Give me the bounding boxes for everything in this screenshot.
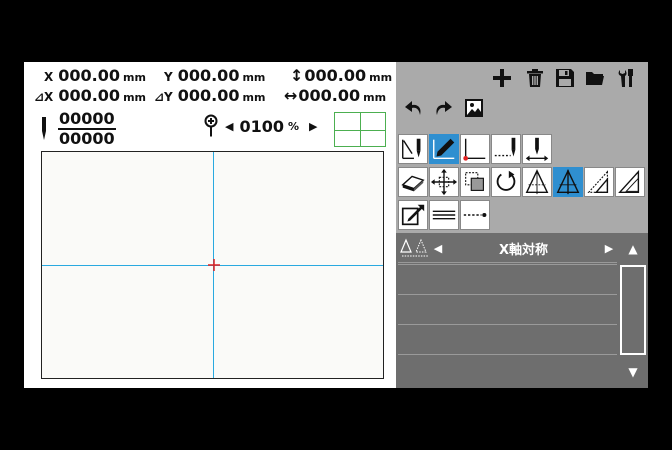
zoom-control: ◀ 0100 % ▶ xyxy=(203,114,318,138)
counter-denominator: 00000 xyxy=(59,129,115,148)
zoom-decrease-button[interactable]: ◀ xyxy=(225,120,233,133)
triangle-icon xyxy=(618,169,640,193)
coord-dx: ⊿X 000.00 mm xyxy=(34,86,146,105)
work-area: X 000.00 mm Y 000.00 mm ↕000.00 mm ⊿X 000.00 mm… xyxy=(24,62,396,388)
mirror-x-icon xyxy=(400,237,428,256)
zoom-value: 0100 xyxy=(239,116,284,136)
trash-icon[interactable] xyxy=(525,68,545,88)
zoom-increase-button[interactable]: ▶ xyxy=(309,120,317,133)
coord-y: Y 000.00 mm xyxy=(164,66,266,85)
pen-edit-button[interactable] xyxy=(429,134,459,164)
dashed-end-icon xyxy=(463,212,487,218)
screen: X 000.00 mm Y 000.00 mm ↕000.00 mm ⊿X 000.00 mm… xyxy=(24,62,648,388)
needle-line-icon xyxy=(402,138,421,160)
zoom-icon xyxy=(204,114,218,137)
counter-numerator: 00000 xyxy=(58,109,116,130)
folder-icon[interactable] xyxy=(585,68,605,88)
pen-edit-icon xyxy=(433,138,455,160)
mirror-y-icon xyxy=(525,169,549,195)
dashed-end-button[interactable] xyxy=(460,200,490,230)
list-prev-button[interactable]: ◀ xyxy=(430,242,446,255)
corner-point-icon xyxy=(463,138,486,161)
undo-icon[interactable] xyxy=(404,99,424,119)
coord-height: ↕000.00 mm xyxy=(290,66,393,85)
coord-width: ↔000.00 mm xyxy=(284,86,387,105)
corner-point-button[interactable] xyxy=(460,134,490,164)
drawing-canvas[interactable] xyxy=(41,151,384,379)
redo-icon[interactable] xyxy=(433,99,453,119)
vertical-arrow-icon: ↕ xyxy=(290,66,304,85)
horizontal-arrow-icon: ↔ xyxy=(284,86,298,105)
tools-icon[interactable] xyxy=(617,68,637,88)
copy-button[interactable] xyxy=(460,167,490,197)
needle-icon xyxy=(42,117,46,140)
scroll-thumb[interactable] xyxy=(620,265,646,355)
mirror-list: ◀ X軸対称 ▶ ▲ ▼ xyxy=(396,233,648,388)
scroll-up-button[interactable]: ▲ xyxy=(618,235,648,263)
edit-box-button[interactable] xyxy=(398,200,428,230)
list-item[interactable] xyxy=(398,354,617,383)
scale-triangle-button[interactable] xyxy=(584,167,614,197)
move-arrows-button[interactable] xyxy=(429,167,459,197)
mirror-x-button[interactable] xyxy=(553,167,583,197)
rotate-icon xyxy=(496,170,516,191)
dashed-needle-icon xyxy=(494,137,516,157)
save-icon[interactable] xyxy=(555,68,575,88)
edit-box-icon xyxy=(401,204,425,226)
coord-x: X 000.00 mm xyxy=(44,66,146,85)
needle-line-button[interactable] xyxy=(398,134,428,164)
scale-triangle-icon xyxy=(587,170,609,193)
list-header: ◀ X軸対称 ▶ xyxy=(398,235,617,263)
needle-move-button[interactable] xyxy=(522,134,552,164)
list-item[interactable] xyxy=(398,294,617,323)
copy-icon xyxy=(465,172,484,191)
origin-cross-icon xyxy=(208,259,220,271)
eraser-icon xyxy=(401,175,425,192)
tool-panel: ◀ X軸対称 ▶ ▲ ▼ xyxy=(396,62,648,388)
coord-dy: ⊿Y 000.00 mm xyxy=(154,86,266,105)
eraser-button[interactable] xyxy=(398,167,428,197)
parallel-lines-icon xyxy=(432,210,456,220)
scroll-down-button[interactable]: ▼ xyxy=(618,358,648,386)
tool-area xyxy=(396,62,648,233)
list-item[interactable] xyxy=(398,264,617,293)
mirror-y-button[interactable] xyxy=(522,167,552,197)
list-next-button[interactable]: ▶ xyxy=(601,242,617,255)
stitch-counter: 00000 00000 xyxy=(58,110,116,148)
plus-icon[interactable] xyxy=(492,68,512,88)
list-title: X軸対称 xyxy=(498,243,549,258)
quadrant-view-button[interactable] xyxy=(334,112,386,147)
list-item[interactable] xyxy=(398,324,617,353)
dashed-needle-button[interactable] xyxy=(491,134,521,164)
needle-move-icon xyxy=(525,137,549,162)
mirror-x-icon xyxy=(556,169,580,195)
scrollbar[interactable]: ▲ ▼ xyxy=(618,233,648,388)
image-icon[interactable] xyxy=(464,98,484,118)
move-arrows-icon xyxy=(430,168,458,196)
parallel-lines-button[interactable] xyxy=(429,200,459,230)
rotate-button[interactable] xyxy=(491,167,521,197)
triangle-button[interactable] xyxy=(615,167,645,197)
